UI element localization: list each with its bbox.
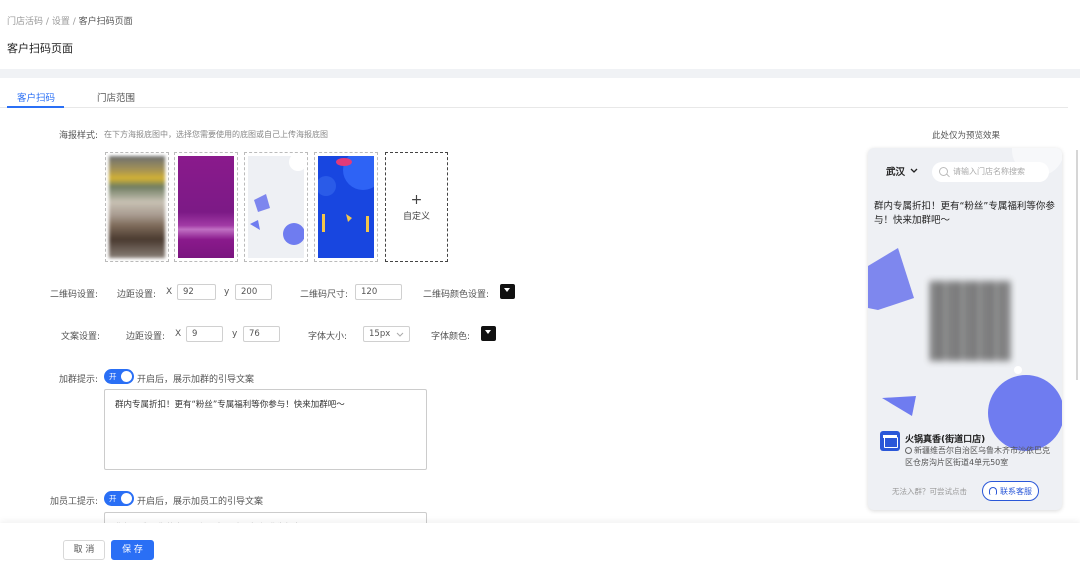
store-address-text: 新疆维吾尔自治区乌鲁木齐市沙依巴克区仓房沟片区街道4单元50室 <box>905 446 1050 467</box>
chevron-down-icon <box>396 332 404 337</box>
chevron-down-icon <box>504 288 510 292</box>
text-y-label: y <box>232 329 238 339</box>
toggle-knob <box>121 371 132 382</box>
plus-icon: + <box>410 192 423 208</box>
qrcode-size-input[interactable]: 120 <box>355 284 402 300</box>
chevron-down-icon <box>485 330 491 334</box>
page-title: 客户扫码页面 <box>7 42 73 55</box>
breadcrumb-separator: / <box>72 17 76 27</box>
poster-image-blue <box>318 156 374 258</box>
active-tab-indicator <box>7 106 64 108</box>
qrcode-color-label: 二维码颜色设置: <box>423 290 490 300</box>
text-x-label: X <box>175 329 182 339</box>
store-icon <box>880 431 900 451</box>
poster-style-hint: 在下方海报底图中，选择您需要使用的底图或自己上传海报底图 <box>104 130 328 139</box>
breadcrumb-item-settings[interactable]: 设置 <box>52 17 70 27</box>
add-staff-label: 加员工提示: <box>50 497 99 507</box>
store-search-placeholder: 请输入门店名称搜索 <box>953 167 1025 176</box>
poster-template-4[interactable] <box>314 152 378 262</box>
footer-bar <box>0 523 1080 569</box>
join-group-label: 加群提示: <box>59 375 99 385</box>
scrollbar[interactable] <box>1076 150 1078 380</box>
section-divider <box>0 69 1080 78</box>
qrcode-y-input[interactable]: 200 <box>235 284 272 300</box>
tab-bar: 客户扫码 门店范围 <box>0 86 1068 108</box>
custom-label: 自定义 <box>402 212 430 222</box>
qrcode-color-picker[interactable] <box>500 284 515 299</box>
font-size-label: 字体大小: <box>308 332 348 342</box>
poster-image-light <box>248 156 304 258</box>
poster-style-label: 海报样式: <box>59 131 99 141</box>
qrcode-settings-label: 二维码设置: <box>50 290 99 300</box>
qrcode-x-input[interactable]: 92 <box>177 284 216 300</box>
poster-image-photo <box>109 156 165 258</box>
poster-preview: 武汉 请输入门店名称搜索 群内专属折扣！更有“粉丝”专属福利等你参与！快来加群吧… <box>868 148 1062 510</box>
city-selector[interactable]: 武汉 <box>886 164 918 178</box>
font-color-label: 字体颜色: <box>431 332 471 342</box>
toggle-on-text: 开 <box>109 372 117 381</box>
tab-store-scope[interactable]: 门店范围 <box>97 90 135 104</box>
store-name: 火锅真香(街道口店) <box>905 435 986 445</box>
preview-group-text: 群内专属折扣！更有“粉丝”专属福利等你参与！快来加群吧～ <box>874 201 1055 226</box>
poster-image-purple <box>178 156 234 258</box>
contact-service-label: 联系客服 <box>1000 487 1032 496</box>
poster-shapes <box>250 156 304 245</box>
qr-code-image <box>930 281 1010 361</box>
breadcrumb-current: 客户扫码页面 <box>78 17 133 27</box>
chevron-down-icon <box>910 168 918 173</box>
contact-service-button[interactable]: 联系客服 <box>982 481 1039 501</box>
add-staff-desc: 开启后，展示加员工的引导文案 <box>137 497 264 507</box>
text-x-input[interactable]: 9 <box>186 326 223 342</box>
no-group-hint: 无法入群？可尝试点击 <box>892 487 967 496</box>
font-size-value: 15px <box>369 329 391 339</box>
preview-note: 此处仅为预览效果 <box>932 131 1001 141</box>
city-name: 武汉 <box>886 167 906 178</box>
save-button[interactable]: 保 存 <box>111 540 154 560</box>
store-search-input[interactable]: 请输入门店名称搜索 <box>932 162 1049 182</box>
poster-template-2[interactable] <box>174 152 238 262</box>
poster-template-1[interactable] <box>105 152 169 262</box>
font-size-select[interactable]: 15px <box>363 326 410 342</box>
toggle-knob <box>121 493 132 504</box>
custom-poster-upload[interactable]: + 自定义 <box>385 152 448 262</box>
join-group-desc: 开启后，展示加群的引导文案 <box>137 375 255 385</box>
cancel-button[interactable]: 取 消 <box>63 540 105 560</box>
text-settings-label: 文案设置: <box>61 332 101 342</box>
headset-icon <box>989 487 997 495</box>
text-y-input[interactable]: 76 <box>243 326 280 342</box>
join-group-textarea[interactable]: 群内专属折扣！更有“粉丝”专属福利等你参与！快来加群吧～ <box>104 389 427 470</box>
qrcode-x-label: X <box>166 287 173 297</box>
qrcode-size-label: 二维码尺寸: <box>300 290 349 300</box>
poster-template-3[interactable] <box>244 152 308 262</box>
toggle-on-text: 开 <box>109 494 117 503</box>
location-icon <box>905 447 912 454</box>
search-icon <box>939 167 948 176</box>
join-group-toggle[interactable]: 开 <box>104 369 134 384</box>
breadcrumb: 门店活码 / 设置 / 客户扫码页面 <box>7 14 133 27</box>
breadcrumb-item-store-code[interactable]: 门店活码 <box>7 17 43 27</box>
tab-customer-scan[interactable]: 客户扫码 <box>17 90 55 104</box>
add-staff-toggle[interactable]: 开 <box>104 491 134 506</box>
store-address: 新疆维吾尔自治区乌鲁木齐市沙依巴克区仓房沟片区街道4单元50室 <box>905 445 1055 469</box>
text-margin-label: 边距设置: <box>126 332 166 342</box>
breadcrumb-separator: / <box>45 17 49 27</box>
qrcode-margin-label: 边距设置: <box>117 290 157 300</box>
font-color-picker[interactable] <box>481 326 496 341</box>
qrcode-y-label: y <box>224 287 230 297</box>
poster-shapes <box>318 156 374 232</box>
